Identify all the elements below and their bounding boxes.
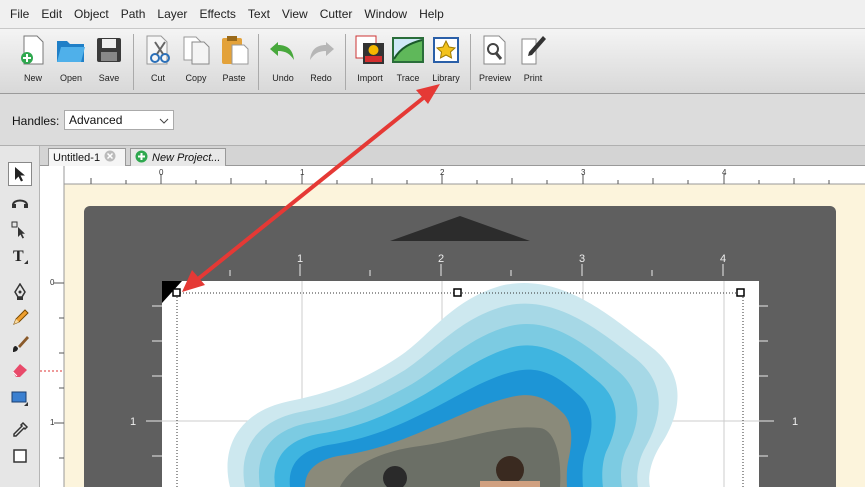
menu-path[interactable]: Path — [115, 7, 152, 21]
new-doc-icon — [15, 32, 51, 68]
tab-new-project[interactable]: New Project... — [130, 148, 226, 166]
eraser-tool-icon[interactable] — [8, 358, 32, 382]
tool-palette: T — [0, 146, 40, 487]
menu-help[interactable]: Help — [413, 7, 450, 21]
node-edit-tool-icon[interactable] — [8, 218, 32, 242]
save-disk-icon — [91, 32, 127, 68]
import-svg-icon — [352, 32, 388, 68]
ruler-top-3: 3 — [581, 168, 586, 177]
new-button[interactable]: New — [14, 32, 52, 83]
menu-object[interactable]: Object — [68, 7, 115, 21]
copy-button[interactable]: Copy — [177, 32, 215, 83]
path-tool-icon[interactable] — [8, 192, 32, 216]
menu-view[interactable]: View — [276, 7, 314, 21]
handles-label: Handles: — [12, 114, 60, 128]
selection-handle[interactable] — [172, 288, 181, 297]
handles-dropdown[interactable]: Advanced — [64, 110, 174, 130]
canvas-drawing: 0 1 2 3 4 0 1 1 2 3 4 1 1 — [40, 166, 865, 487]
mat-ruler-right-1: 1 — [792, 416, 798, 428]
rectangle-fill-tool-icon[interactable] — [8, 386, 32, 410]
trace-button[interactable]: Trace — [389, 32, 427, 83]
paste-button[interactable]: Paste — [215, 32, 253, 83]
copy-icon — [178, 32, 214, 68]
redo-button[interactable]: Redo — [302, 32, 340, 83]
print-pen-icon — [515, 32, 551, 68]
design-canvas[interactable]: 0 1 2 3 4 0 1 1 2 3 4 1 1 — [40, 166, 865, 487]
menu-layer[interactable]: Layer — [151, 7, 193, 21]
mat-ruler-left-1: 1 — [130, 416, 136, 428]
ruler-left-1: 1 — [50, 418, 55, 427]
preview-button[interactable]: Preview — [476, 32, 514, 83]
redo-icon — [303, 32, 339, 68]
menu-window[interactable]: Window — [358, 7, 413, 21]
undo-icon — [265, 32, 301, 68]
top-ruler: 0 1 2 3 4 — [64, 166, 865, 185]
app-window: File Edit Object Path Layer Effects Text… — [0, 0, 865, 487]
selection-handle[interactable] — [453, 288, 462, 297]
toolbar-separator — [258, 34, 259, 90]
pencil-tool-icon[interactable] — [8, 306, 32, 330]
print-button[interactable]: Print — [514, 32, 552, 83]
mat-ruler-1: 1 — [297, 253, 303, 265]
ruler-top-4: 4 — [722, 168, 727, 177]
menu-effects[interactable]: Effects — [193, 7, 241, 21]
left-ruler: 0 1 — [40, 166, 65, 487]
toolbar-separator — [345, 34, 346, 90]
text-tool-icon[interactable]: T — [8, 244, 32, 268]
menu-edit[interactable]: Edit — [35, 7, 68, 21]
paste-icon — [216, 32, 252, 68]
handles-value: Advanced — [69, 113, 123, 127]
open-folder-icon — [53, 32, 89, 68]
ruler-top-0: 0 — [159, 168, 164, 177]
mat-ruler-3: 3 — [579, 253, 585, 265]
menu-cutter[interactable]: Cutter — [314, 7, 359, 21]
undo-button[interactable]: Undo — [264, 32, 302, 83]
shape-tool-icon[interactable] — [8, 444, 32, 468]
tab-label: Untitled-1 — [53, 151, 101, 164]
tab-label: New Project... — [152, 151, 221, 164]
document-tabs: Untitled-1 New Project... — [40, 146, 865, 166]
selection-handle[interactable] — [736, 288, 745, 297]
toolbar-separator — [133, 34, 134, 90]
trace-icon — [390, 32, 426, 68]
menu-file[interactable]: File — [4, 7, 35, 21]
add-icon — [135, 150, 148, 166]
close-icon[interactable] — [104, 150, 116, 165]
select-tool-icon[interactable] — [8, 162, 32, 186]
mat-ruler-2: 2 — [438, 253, 444, 265]
import-button[interactable]: Import — [351, 32, 389, 83]
open-button[interactable]: Open — [52, 32, 90, 83]
chevron-down-icon — [159, 113, 169, 127]
ruler-top-1: 1 — [300, 168, 305, 177]
pen-tool-icon[interactable] — [8, 280, 32, 304]
scissors-icon — [140, 32, 176, 68]
toolbar-separator — [470, 34, 471, 90]
menu-bar: File Edit Object Path Layer Effects Text… — [0, 0, 865, 28]
library-button[interactable]: Library — [427, 32, 465, 83]
mat-ruler-4: 4 — [720, 253, 726, 265]
ruler-left-0: 0 — [50, 278, 55, 287]
save-button[interactable]: Save — [90, 32, 128, 83]
eyedropper-tool-icon[interactable] — [8, 418, 32, 442]
handles-options-bar: Handles: Advanced — [0, 94, 865, 146]
tab-untitled-1[interactable]: Untitled-1 — [48, 148, 126, 166]
cut-button[interactable]: Cut — [139, 32, 177, 83]
menu-text[interactable]: Text — [242, 7, 276, 21]
ruler-top-2: 2 — [440, 168, 445, 177]
svg-text:T: T — [13, 248, 24, 265]
preview-magnifier-icon — [477, 32, 513, 68]
main-toolbar: New Open Save Cut Copy Paste Undo Redo I… — [0, 28, 865, 94]
brush-tool-icon[interactable] — [8, 332, 32, 356]
library-star-icon — [428, 32, 464, 68]
